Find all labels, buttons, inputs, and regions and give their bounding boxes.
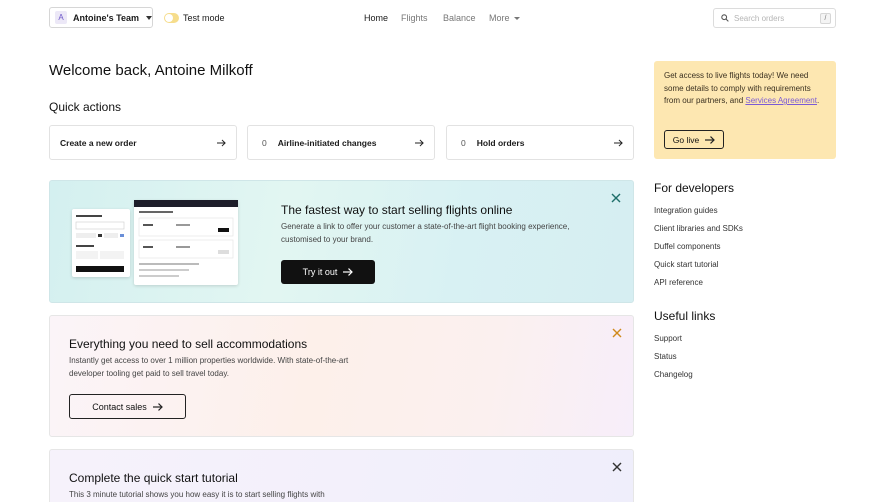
- useful-links-heading: Useful links: [654, 309, 716, 323]
- top-bar: A Antoine's Team Test mode Home Flights …: [0, 0, 885, 36]
- link-integration-guides[interactable]: Integration guides: [654, 206, 718, 215]
- test-mode-label: Test mode: [183, 13, 225, 23]
- promo-links-title: The fastest way to start selling flights…: [281, 203, 513, 217]
- quick-action-label: Airline-initiated changes: [277, 137, 377, 148]
- promo-tutorial-title: Complete the quick start tutorial: [69, 471, 238, 485]
- arrow-right-icon: [152, 402, 163, 411]
- quick-action-label: Hold orders: [476, 137, 525, 148]
- promo-stays-description: Instantly get access to over 1 million p…: [69, 356, 349, 378]
- chevron-down-icon: [146, 15, 152, 20]
- nav-flights[interactable]: Flights: [401, 13, 428, 23]
- try-it-out-label: Try it out: [302, 267, 338, 277]
- go-live-button[interactable]: Go live: [664, 130, 724, 149]
- nav-more-label: More: [489, 13, 510, 23]
- quick-action-airline-changes[interactable]: 0 Airline-initiated changes: [247, 125, 435, 160]
- promo-tutorial-description: This 3 minute tutorial shows you how eas…: [69, 490, 325, 499]
- page-title: Welcome back, Antoine Milkoff: [49, 62, 253, 79]
- arrow-right-icon: [343, 268, 354, 276]
- developers-heading: For developers: [654, 181, 735, 195]
- team-switcher[interactable]: A Antoine's Team: [49, 7, 153, 28]
- quick-action-count: 0: [461, 137, 466, 148]
- arrow-right-icon: [217, 139, 226, 147]
- team-avatar: A: [55, 11, 68, 24]
- go-live-notice: Get access to live flights today! We nee…: [654, 61, 836, 159]
- notice-end: .: [816, 96, 820, 105]
- link-api-reference[interactable]: API reference: [654, 278, 703, 287]
- link-duffel-components[interactable]: Duffel components: [654, 242, 721, 251]
- close-icon[interactable]: [612, 462, 622, 472]
- link-changelog[interactable]: Changelog: [654, 370, 693, 379]
- quick-action-hold-orders[interactable]: 0 Hold orders: [446, 125, 634, 160]
- nav-balance[interactable]: Balance: [443, 13, 476, 23]
- go-live-notice-text: Get access to live flights today! We nee…: [664, 70, 826, 108]
- close-icon[interactable]: [612, 328, 622, 338]
- promo-links-card: The fastest way to start selling flights…: [49, 180, 634, 303]
- quick-action-count: 0: [262, 137, 267, 148]
- nav-home[interactable]: Home: [364, 13, 388, 23]
- arrow-right-icon: [705, 135, 716, 144]
- nav-more[interactable]: More: [489, 13, 520, 23]
- services-agreement-link[interactable]: Services Agreement: [745, 96, 817, 105]
- promo-links-description: Generate a link to offer your customer a…: [281, 222, 570, 244]
- promo-stays-title: Everything you need to sell accommodatio…: [69, 337, 308, 351]
- chevron-down-icon: [513, 16, 520, 20]
- arrow-right-icon: [614, 139, 623, 147]
- search-shortcut-key: /: [820, 13, 831, 24]
- quick-actions-title: Quick actions: [49, 100, 122, 114]
- try-it-out-button[interactable]: Try it out: [281, 260, 375, 284]
- search-icon: [721, 14, 729, 22]
- link-quick-start-tutorial[interactable]: Quick start tutorial: [654, 260, 718, 269]
- promo-stays-card: Everything you need to sell accommodatio…: [49, 315, 634, 437]
- contact-sales-label: Contact sales: [92, 401, 147, 412]
- search-box[interactable]: /: [713, 8, 836, 28]
- quick-action-label: Create a new order: [60, 137, 137, 148]
- link-client-libraries[interactable]: Client libraries and SDKs: [654, 224, 743, 233]
- quick-action-create-order[interactable]: Create a new order: [49, 125, 237, 160]
- search-input[interactable]: [734, 13, 814, 23]
- close-icon[interactable]: [611, 193, 621, 203]
- arrow-right-icon: [415, 139, 424, 147]
- team-name: Antoine's Team: [73, 12, 139, 23]
- promo-tutorial-card: Complete the quick start tutorial This 3…: [49, 449, 634, 502]
- link-support[interactable]: Support: [654, 334, 682, 343]
- contact-sales-button[interactable]: Contact sales: [69, 394, 186, 419]
- link-status[interactable]: Status: [654, 352, 677, 361]
- go-live-label: Go live: [672, 134, 700, 145]
- test-mode-toggle[interactable]: [164, 13, 179, 23]
